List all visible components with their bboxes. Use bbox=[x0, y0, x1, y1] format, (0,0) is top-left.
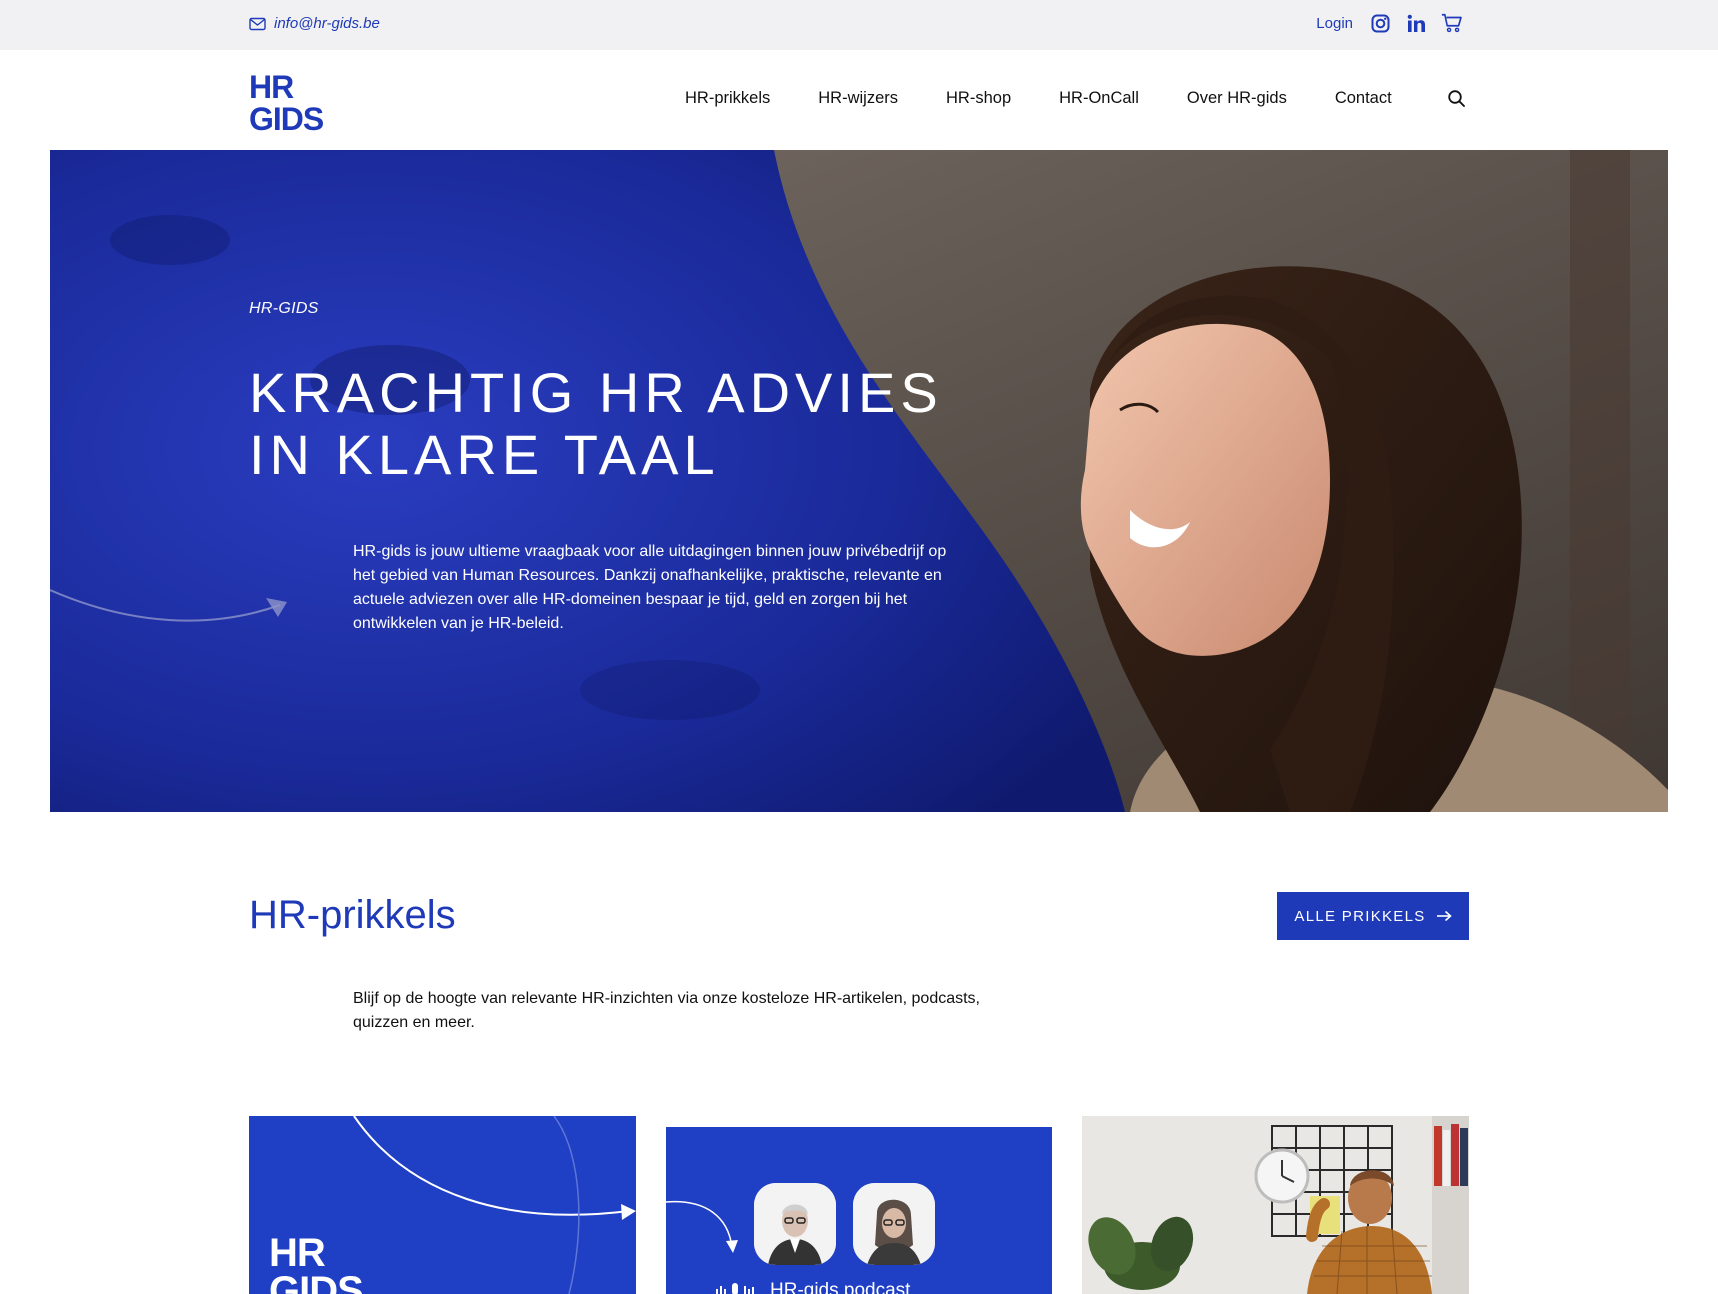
cart-icon[interactable] bbox=[1441, 12, 1463, 34]
mail-icon bbox=[249, 17, 266, 30]
hero-kicker: HR-GIDS bbox=[249, 300, 319, 317]
login-link[interactable]: Login bbox=[1316, 15, 1353, 32]
section-lead: Blijf op de hoogte van relevante HR-inzi… bbox=[353, 990, 980, 1031]
instagram-icon[interactable] bbox=[1369, 12, 1391, 34]
host-avatar-1 bbox=[754, 1183, 836, 1265]
card-logo-gids: GIDS bbox=[269, 1269, 363, 1294]
linkedin-icon[interactable] bbox=[1405, 12, 1427, 34]
arrow-right-icon bbox=[1436, 910, 1452, 922]
svg-text:GIDS: GIDS bbox=[249, 101, 324, 132]
hr-gids-logo[interactable]: HR GIDS bbox=[249, 70, 341, 132]
section-title: HR-prikkels bbox=[249, 893, 456, 937]
email-link[interactable]: info@hr-gids.be bbox=[249, 15, 380, 32]
search-icon[interactable] bbox=[1447, 89, 1467, 109]
nav-item-hr-shop[interactable]: HR-shop bbox=[946, 89, 1011, 108]
hero-lead: HR-gids is jouw ultieme vraagbaak voor a… bbox=[353, 543, 947, 632]
main-header: HR GIDS HR-prikkels HR-wijzers HR-shop H… bbox=[0, 50, 1718, 150]
email-text: info@hr-gids.be bbox=[274, 15, 380, 32]
host-avatar-2 bbox=[853, 1183, 935, 1265]
main-nav: HR-prikkels HR-wijzers HR-shop HR-OnCall… bbox=[685, 89, 1465, 108]
podcast-label: HR-gids podcast bbox=[714, 1280, 910, 1294]
button-label: ALLE PRIKKELS bbox=[1294, 907, 1426, 925]
podcast-label-text: HR-gids podcast bbox=[770, 1280, 911, 1294]
office-photo bbox=[1082, 1116, 1469, 1294]
top-bar: info@hr-gids.be Login bbox=[0, 0, 1718, 50]
prikkel-card-podcast[interactable]: HR-gids podcast bbox=[666, 1127, 1052, 1294]
prikkel-card-photo[interactable] bbox=[1082, 1116, 1469, 1294]
all-prikkels-button[interactable]: ALLE PRIKKELS bbox=[1277, 892, 1469, 940]
card-logo-graphic: HR GIDS bbox=[269, 1116, 636, 1294]
hero-banner: HR-GIDS KRACHTIG HR ADVIES IN KLARE TAAL… bbox=[50, 150, 1668, 812]
svg-text:HR: HR bbox=[249, 70, 294, 105]
nav-item-hr-prikkels[interactable]: HR-prikkels bbox=[685, 89, 770, 108]
hero-title: KRACHTIG HR ADVIES IN KLARE TAAL bbox=[249, 361, 943, 486]
nav-item-over-hr-gids[interactable]: Over HR-gids bbox=[1187, 89, 1287, 108]
nav-item-hr-oncall[interactable]: HR-OnCall bbox=[1059, 89, 1139, 108]
microphone-icon bbox=[716, 1283, 754, 1294]
nav-item-hr-wijzers[interactable]: HR-wijzers bbox=[818, 89, 898, 108]
prikkel-card-logo[interactable]: HR GIDS bbox=[249, 1116, 636, 1294]
nav-item-contact[interactable]: Contact bbox=[1335, 89, 1392, 108]
